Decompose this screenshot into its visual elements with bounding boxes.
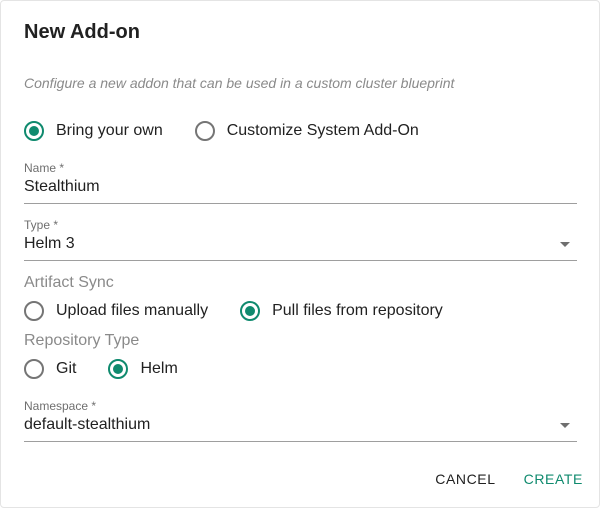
name-input[interactable]: Stealthium [24, 177, 577, 204]
radio-label: Pull files from repository [272, 302, 443, 319]
namespace-field-label: Namespace * [24, 399, 97, 413]
radio-bring-your-own[interactable]: Bring your own [24, 121, 163, 141]
type-select-value: Helm 3 [24, 235, 75, 252]
type-select[interactable]: Helm 3 [24, 234, 577, 261]
radio-checked-icon [24, 121, 44, 141]
radio-unchecked-icon [194, 121, 215, 141]
radio-upload-files-manually[interactable]: Upload files manually [24, 301, 208, 321]
artifact-sync-label: Artifact Sync [24, 274, 114, 291]
new-addon-dialog: New Add-on Configure a new addon that ca… [0, 0, 600, 508]
dropdown-caret-icon [560, 423, 570, 428]
dropdown-caret-icon [560, 242, 570, 247]
radio-label: Customize System Add-On [226, 122, 419, 139]
radio-unchecked-icon [24, 301, 44, 321]
radio-helm[interactable]: Helm [108, 359, 178, 379]
namespace-select-value: default-stealthium [24, 416, 151, 433]
cancel-button[interactable]: CANCEL [435, 471, 495, 487]
repository-type-label: Repository Type [24, 332, 140, 349]
create-button[interactable]: CREATE [524, 471, 583, 487]
namespace-field: Namespace * default-stealthium [24, 399, 577, 442]
namespace-select[interactable]: default-stealthium [24, 415, 577, 442]
radio-label: Helm [140, 360, 178, 377]
name-field-label: Name * [24, 161, 65, 175]
dialog-title: New Add-on [24, 21, 140, 43]
dialog-actions: CANCEL CREATE [435, 471, 583, 487]
radio-git[interactable]: Git [24, 359, 76, 379]
radio-customize-system-addon[interactable]: Customize System Add-On [194, 121, 419, 141]
radio-unchecked-icon [24, 359, 44, 379]
radio-label: Upload files manually [56, 302, 209, 319]
type-field-label: Type * [24, 218, 59, 232]
artifact-sync-radio-group: Upload files manually Pull files from re… [24, 301, 443, 321]
source-radio-group: Bring your own Customize System Add-On [24, 121, 419, 141]
radio-checked-icon [240, 301, 261, 321]
radio-pull-files-from-repository[interactable]: Pull files from repository [240, 301, 443, 321]
dialog-subtitle: Configure a new addon that can be used i… [24, 75, 455, 91]
radio-checked-icon [108, 359, 129, 379]
repository-type-radio-group: Git Helm [24, 359, 178, 379]
name-field: Name * Stealthium [24, 161, 577, 204]
type-field: Type * Helm 3 [24, 218, 577, 261]
radio-label: Bring your own [56, 122, 163, 139]
radio-label: Git [56, 360, 77, 377]
